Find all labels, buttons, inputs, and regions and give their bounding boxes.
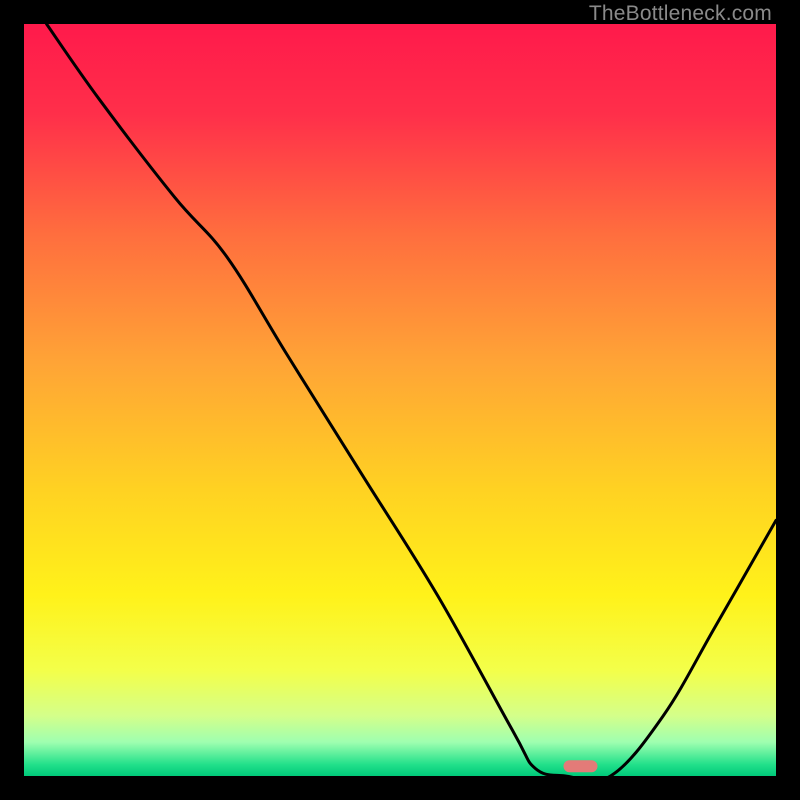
gradient-background [24, 24, 776, 776]
chart-frame [24, 24, 776, 776]
selected-point-marker [563, 760, 597, 772]
watermark-text: TheBottleneck.com [589, 2, 772, 26]
bottleneck-chart [24, 24, 776, 776]
